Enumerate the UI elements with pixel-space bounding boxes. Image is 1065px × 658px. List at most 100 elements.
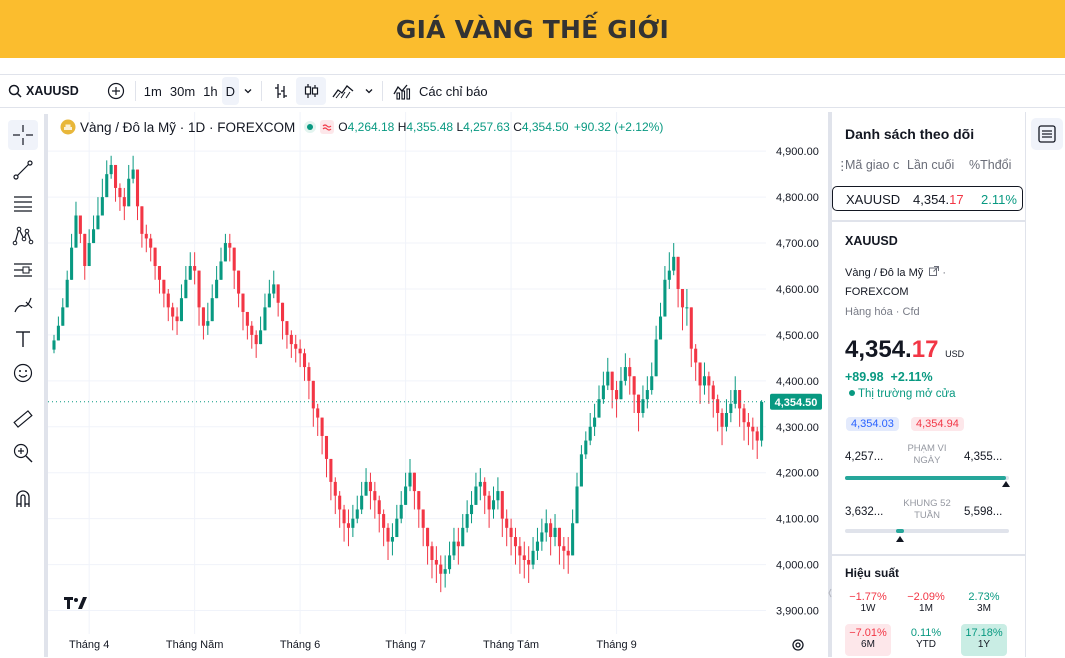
candle-body bbox=[105, 174, 109, 198]
compare-symbol-button[interactable] bbox=[101, 77, 131, 105]
crosshair-tool[interactable] bbox=[8, 120, 38, 150]
detail-name[interactable]: Vàng / Đô la Mỹ bbox=[845, 267, 923, 279]
measure-tool[interactable] bbox=[8, 404, 38, 434]
watchlist-sidebar-button[interactable] bbox=[1031, 118, 1063, 150]
candle-body bbox=[263, 307, 267, 331]
candle-body bbox=[206, 321, 210, 326]
detail-change: +89.98 +2.11% bbox=[845, 370, 933, 384]
watchlist-title: Danh sách theo dõi bbox=[845, 126, 975, 142]
performance-label: 1M bbox=[919, 603, 933, 614]
col-symbol[interactable]: Mã giao c bbox=[845, 158, 899, 172]
interval-30m[interactable]: 30m bbox=[166, 77, 199, 105]
bar-style-button[interactable] bbox=[266, 77, 296, 105]
interval-dropdown[interactable] bbox=[239, 77, 257, 105]
y-tick-label: 4,600.00 bbox=[776, 284, 819, 296]
candle-body bbox=[390, 537, 394, 542]
candle-body bbox=[395, 518, 399, 538]
pattern-icon bbox=[12, 226, 34, 246]
candle-body bbox=[276, 284, 280, 303]
candle-body bbox=[329, 458, 333, 482]
magnet-tool[interactable] bbox=[8, 484, 38, 514]
candle-body bbox=[491, 500, 496, 510]
candle-body bbox=[707, 376, 711, 386]
interval-1d[interactable]: D bbox=[221, 77, 240, 105]
candle-body bbox=[232, 247, 236, 271]
indicators-button[interactable]: Các chỉ báo bbox=[387, 77, 494, 105]
candle-body bbox=[289, 334, 293, 345]
search-icon bbox=[8, 84, 22, 98]
candle-body bbox=[610, 371, 614, 391]
candle-body bbox=[738, 390, 742, 409]
col-last[interactable]: Lần cuối bbox=[907, 158, 954, 172]
candle-body bbox=[70, 247, 74, 280]
forecast-tool[interactable] bbox=[8, 255, 38, 285]
detail-symbol[interactable]: XAUUSD bbox=[845, 234, 898, 248]
candles-style-button[interactable] bbox=[296, 77, 327, 105]
candle-body bbox=[452, 541, 456, 556]
candle-body bbox=[52, 340, 56, 350]
detail-exchange[interactable]: FOREXCOM bbox=[845, 286, 909, 298]
candle-body bbox=[333, 481, 337, 496]
candle-body bbox=[78, 215, 82, 234]
candle-body bbox=[606, 371, 610, 386]
candle-body bbox=[324, 435, 329, 459]
performance-cell: 0.11% YTD bbox=[903, 624, 949, 656]
chart-area[interactable]: 4,900.00 4,800.00 4,700.00 4,600.00 4,500.00… bbox=[48, 112, 828, 657]
external-link-icon[interactable] bbox=[929, 266, 940, 276]
col-change[interactable]: %Thđổi bbox=[969, 158, 1011, 172]
candle-body bbox=[496, 491, 500, 501]
candle-body bbox=[650, 376, 654, 391]
candlestick-chart[interactable]: 4,900.00 4,800.00 4,700.00 4,600.00 4,500.00… bbox=[48, 112, 828, 657]
candle-body bbox=[179, 298, 183, 322]
detail-price: 4,354.17 USD bbox=[845, 336, 965, 363]
day-low: 4,257... bbox=[845, 451, 884, 463]
x-tick-label: Tháng Tám bbox=[483, 639, 539, 651]
candle-body bbox=[680, 288, 685, 308]
candle-body bbox=[461, 527, 465, 547]
brush-tool[interactable] bbox=[8, 290, 38, 320]
row-change: 2.11% bbox=[981, 192, 1017, 207]
zoom-tool[interactable] bbox=[8, 438, 38, 468]
candle-body bbox=[127, 178, 131, 207]
symbol-search[interactable]: XAUUSD bbox=[0, 77, 85, 105]
legend-title: Vàng / Đô la Mỹ · 1D · FOREXCOM bbox=[80, 119, 296, 135]
week-range-track bbox=[845, 529, 1009, 533]
candle-body bbox=[404, 486, 408, 505]
candle-body bbox=[575, 486, 579, 524]
detail-category: Hàng hóa bbox=[845, 306, 893, 318]
text-icon bbox=[16, 331, 30, 347]
week-range-label: KHUNG 52 TUẦN bbox=[903, 498, 951, 521]
candle-body bbox=[746, 422, 750, 427]
performance-label: 6M bbox=[861, 639, 875, 650]
area-style-button[interactable] bbox=[326, 77, 360, 105]
interval-1h[interactable]: 1h bbox=[199, 77, 221, 105]
candle-body bbox=[465, 514, 469, 528]
chart-style-dropdown[interactable] bbox=[360, 77, 378, 105]
candle-body bbox=[184, 279, 188, 299]
magnet-icon bbox=[16, 490, 30, 507]
pattern-tool[interactable] bbox=[8, 221, 38, 251]
smiley-icon bbox=[13, 363, 33, 383]
candle-body bbox=[663, 279, 667, 317]
detail-currency: USD bbox=[945, 349, 965, 359]
drawing-toolbar bbox=[0, 114, 48, 657]
tradingview-logo[interactable] bbox=[64, 595, 88, 614]
candle-body bbox=[729, 403, 733, 414]
candle-body bbox=[113, 164, 118, 188]
performance-value: −7.01% bbox=[849, 627, 887, 639]
watchlist-row[interactable]: XAUUSD 4,354.17 2.11% bbox=[832, 186, 1023, 211]
candle-body bbox=[149, 238, 153, 248]
candle-body bbox=[439, 564, 443, 574]
candle-body bbox=[751, 426, 755, 432]
candle-body bbox=[87, 243, 91, 267]
performance-title[interactable]: Hiệu suất bbox=[845, 566, 899, 580]
candle-body bbox=[448, 555, 452, 570]
chart-settings-icon[interactable] bbox=[791, 638, 805, 652]
candle-body bbox=[474, 486, 478, 505]
fib-tool[interactable] bbox=[8, 188, 38, 218]
emoji-tool[interactable] bbox=[8, 358, 38, 388]
interval-1m[interactable]: 1m bbox=[140, 77, 166, 105]
candle-body bbox=[421, 509, 425, 528]
text-tool[interactable] bbox=[8, 324, 38, 354]
trend-line-tool[interactable] bbox=[8, 155, 38, 185]
